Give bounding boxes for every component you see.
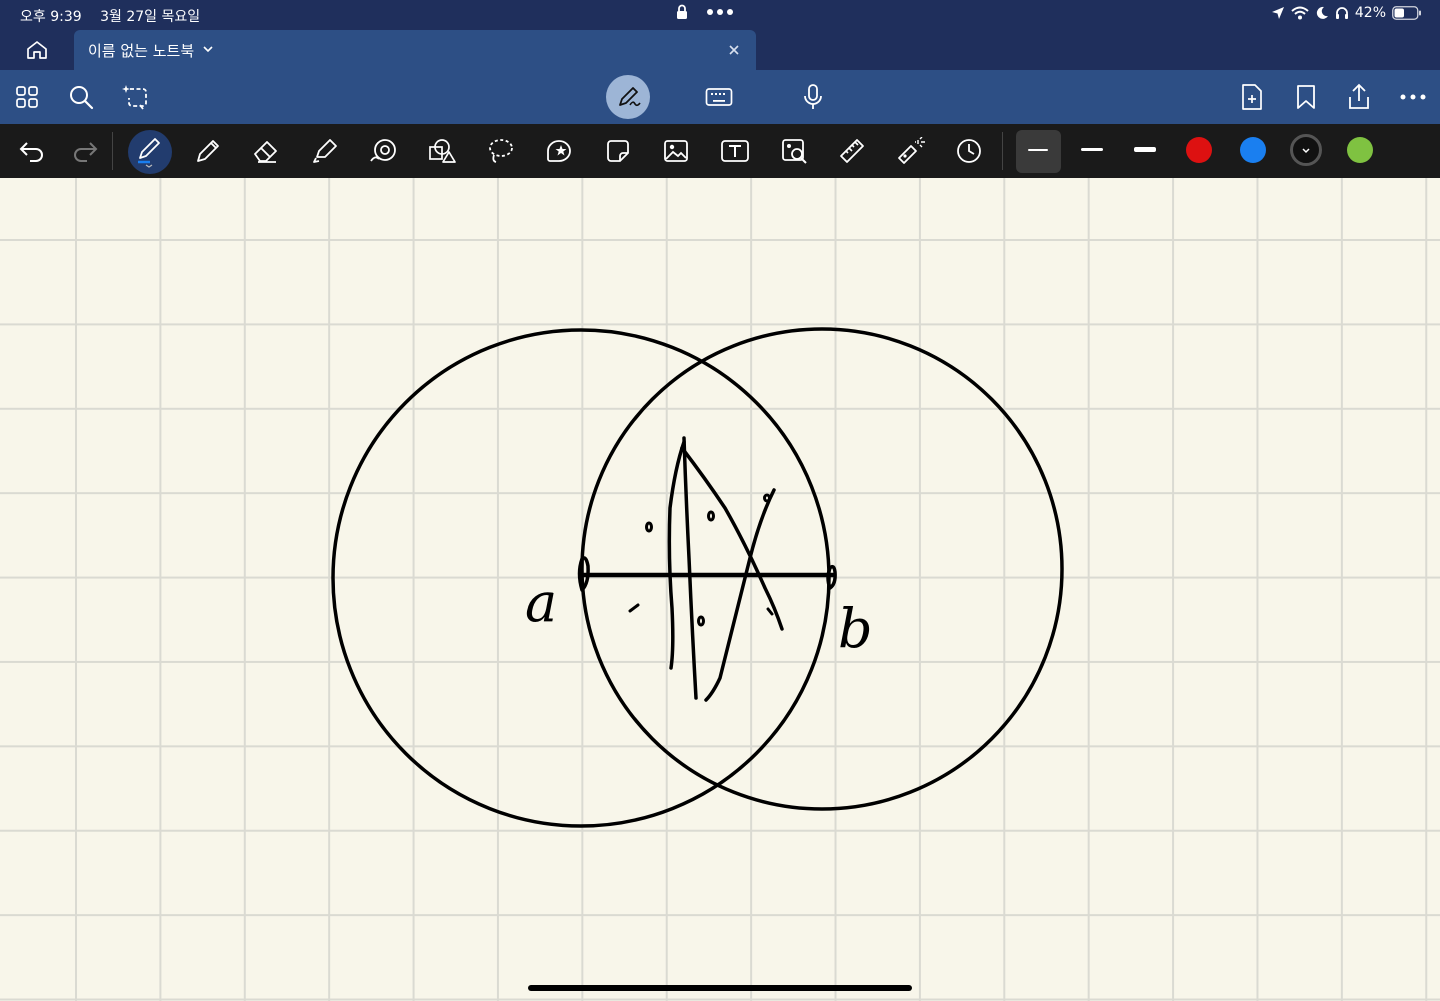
circle-b: [580, 327, 1064, 811]
sticky-note-icon: [607, 140, 629, 162]
stroke-thick[interactable]: [1134, 147, 1156, 152]
history-tool[interactable]: [952, 134, 986, 168]
more-button[interactable]: [1398, 82, 1428, 112]
location-icon: [1271, 7, 1284, 19]
highlighter-tool[interactable]: [308, 134, 342, 168]
pencil-icon: [197, 140, 219, 162]
stroke-thin-selected-bg: [1016, 130, 1061, 173]
status-bar: 오후 9:39 3월 27일 목요일 42%: [0, 0, 1440, 30]
undo-icon: [19, 142, 43, 162]
laser-pointer-icon: [898, 137, 925, 164]
search-icon: [70, 86, 94, 110]
status-date: 3월 27일 목요일: [100, 9, 201, 25]
close-icon[interactable]: [728, 44, 740, 56]
lasso-tool[interactable]: [484, 134, 518, 168]
pencil-tool[interactable]: [191, 134, 225, 168]
keyboard-mode-button[interactable]: [704, 82, 734, 112]
note-canvas[interactable]: a b: [0, 178, 1440, 1001]
status-right: 42%: [1271, 5, 1422, 21]
ruler-tool[interactable]: [835, 134, 869, 168]
scan-tool[interactable]: [777, 134, 811, 168]
toolbar-divider: [112, 132, 113, 170]
headphones-icon: [1335, 7, 1348, 19]
shape-icon: [370, 139, 396, 162]
share-button[interactable]: [1344, 82, 1374, 112]
status-center: [676, 4, 734, 20]
eraser-icon: [254, 141, 277, 163]
label-a: a: [525, 571, 557, 634]
text-box-icon: [721, 140, 749, 162]
share-icon: [1349, 83, 1369, 109]
sticky-note-tool[interactable]: [601, 134, 635, 168]
fountain-pen-tool[interactable]: [133, 134, 167, 168]
chevron-down-icon: [1302, 148, 1310, 154]
moon-icon: [1316, 6, 1328, 19]
shape-tool[interactable]: [367, 134, 401, 168]
status-datetime: 오후 9:39 3월 27일 목요일: [20, 6, 200, 26]
microphone-button[interactable]: [798, 82, 828, 112]
add-page-icon: [1242, 84, 1262, 110]
scribble-tick: [628, 603, 640, 613]
handwriting-icon: [619, 87, 641, 107]
endpoint-b-mark: [826, 564, 837, 590]
scan-icon: [782, 139, 807, 164]
home-button[interactable]: [24, 38, 50, 62]
chevron-down-icon[interactable]: [202, 38, 214, 60]
multitasking-dots-icon[interactable]: [706, 8, 734, 16]
keyboard-icon: [705, 88, 733, 106]
add-page-button[interactable]: [1237, 82, 1267, 112]
grid-icon: [16, 86, 38, 108]
stroke-medium[interactable]: [1081, 148, 1103, 151]
fountain-pen-icon: [138, 138, 160, 168]
tab-title: 이름 없는 노트북: [88, 42, 195, 60]
undo-button[interactable]: [15, 134, 49, 168]
microphone-icon: [804, 84, 822, 109]
shapes-icon: [429, 139, 456, 163]
toolbar-divider: [1002, 132, 1003, 170]
color-blue[interactable]: [1240, 137, 1266, 163]
grid-button[interactable]: [12, 82, 42, 112]
more-icon: [1400, 94, 1426, 100]
history-icon: [957, 139, 981, 163]
image-tool[interactable]: [659, 134, 693, 168]
color-red[interactable]: [1186, 137, 1212, 163]
shapes-tool[interactable]: [425, 134, 459, 168]
handwriting-mode-button[interactable]: [606, 75, 650, 119]
laser-pointer-tool[interactable]: [894, 134, 928, 168]
sticker-icon: [547, 140, 571, 162]
battery-icon: [1392, 6, 1421, 20]
scribble-left: [667, 440, 686, 670]
ruler-icon: [840, 139, 864, 163]
home-icon: [27, 41, 47, 59]
status-time: 오후 9:39: [20, 9, 82, 25]
lasso-icon: [489, 139, 513, 163]
lock-icon: [677, 4, 687, 19]
scribble-right: [704, 488, 776, 702]
image-icon: [664, 140, 688, 162]
bookmark-button[interactable]: [1291, 82, 1321, 112]
scribble-center: [682, 436, 698, 700]
ink-drawing: a b: [331, 327, 1064, 828]
tab-notebook[interactable]: 이름 없는 노트북: [74, 30, 756, 70]
lasso-sparkle-icon: [122, 85, 147, 110]
lasso-sparkle-button[interactable]: [120, 82, 150, 112]
highlighter-icon: [313, 139, 337, 163]
redo-icon: [74, 142, 98, 162]
color-black-selected[interactable]: [1290, 134, 1322, 166]
sticker-tool[interactable]: [542, 134, 576, 168]
search-button[interactable]: [66, 82, 96, 112]
label-b: b: [838, 597, 873, 660]
bookmark-icon: [1297, 85, 1315, 109]
redo-button[interactable]: [68, 134, 102, 168]
color-green[interactable]: [1347, 137, 1373, 163]
stroke-thin[interactable]: [1028, 149, 1048, 151]
battery-percent: 42%: [1354, 5, 1386, 21]
eraser-tool[interactable]: [249, 134, 283, 168]
scribble-diagonal: [680, 446, 784, 631]
home-indicator[interactable]: [528, 985, 912, 991]
wifi-icon: [1291, 6, 1309, 20]
text-box-tool[interactable]: [718, 134, 752, 168]
